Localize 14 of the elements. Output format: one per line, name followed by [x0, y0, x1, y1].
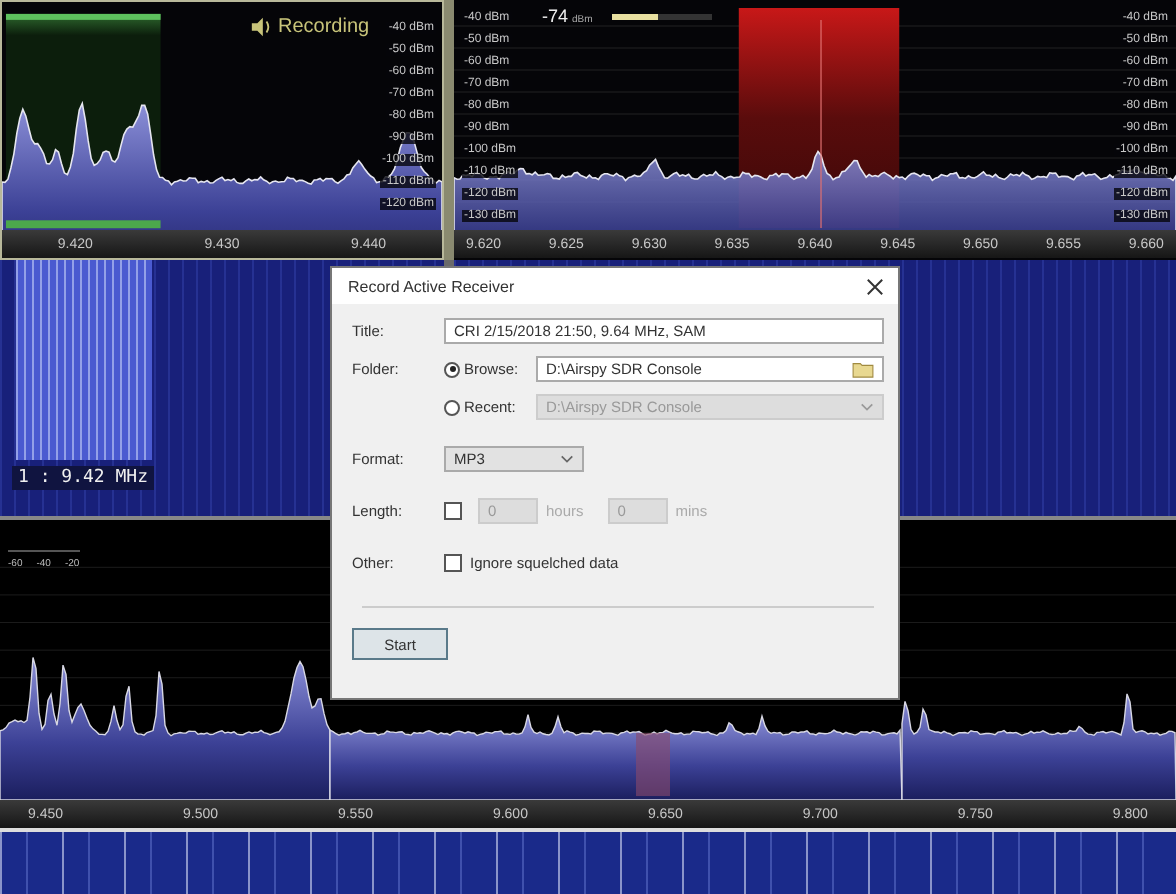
- frequency-readout: 1 : 9.42 MHz: [12, 466, 155, 490]
- recording-label: Recording: [278, 16, 370, 38]
- speaker-icon: [250, 16, 272, 38]
- signal-reading: -74: [542, 6, 569, 26]
- close-icon[interactable]: [866, 278, 884, 296]
- caret-icon: [560, 454, 574, 464]
- length-checkbox[interactable]: [444, 502, 462, 520]
- radio-button[interactable]: [444, 361, 460, 377]
- signal-meter: [612, 13, 713, 19]
- squelch-checkbox[interactable]: [444, 554, 462, 572]
- caret-icon: [860, 402, 874, 412]
- tuning-marker: [636, 732, 670, 797]
- dialog-title: Record Active Receiver: [348, 278, 515, 296]
- folder-icon[interactable]: [852, 360, 874, 378]
